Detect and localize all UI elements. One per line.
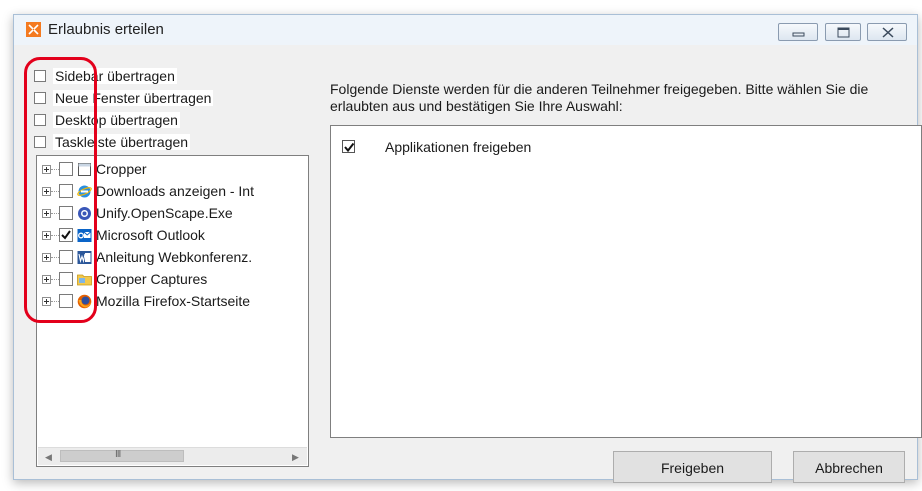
checkmark-icon: [344, 142, 355, 153]
close-button[interactable]: [867, 23, 907, 41]
tree-item[interactable]: Cropper Captures: [37, 269, 307, 291]
expand-icon[interactable]: [42, 275, 51, 284]
horizontal-scrollbar[interactable]: ◀ III ▶: [38, 447, 307, 465]
option-label: Desktop übertragen: [53, 112, 180, 128]
minimize-icon: [792, 32, 805, 37]
service-label: Applikationen freigeben: [385, 139, 532, 155]
expand-icon[interactable]: [42, 165, 51, 174]
tree-item-label: Unify.OpenScape.Exe: [96, 205, 233, 221]
outlook-icon: [77, 229, 92, 242]
tree-item[interactable]: Anleitung Webkonferenz.: [37, 247, 307, 269]
checkbox-checked[interactable]: [59, 228, 73, 242]
scrollbar-thumb[interactable]: III: [60, 449, 184, 462]
title-bar[interactable]: Erlaubnis erteilen: [14, 15, 917, 45]
expand-icon[interactable]: [42, 297, 51, 306]
close-icon: [882, 27, 894, 38]
expand-icon[interactable]: [42, 187, 51, 196]
word-icon: [77, 251, 92, 264]
tree-item[interactable]: Microsoft Outlook: [37, 225, 307, 247]
checkbox[interactable]: [59, 184, 73, 198]
tree-item-label: Mozilla Firefox-Startseite: [96, 293, 251, 309]
tree-item[interactable]: Unify.OpenScape.Exe: [37, 203, 307, 225]
checkbox[interactable]: [59, 250, 73, 264]
folder-icon: [77, 274, 92, 286]
services-list[interactable]: Applikationen freigeben: [330, 125, 922, 438]
application-tree[interactable]: Cropper Downloads anzeigen - Int Unify.O…: [36, 155, 309, 467]
checkbox[interactable]: [34, 70, 46, 82]
firefox-icon: [77, 294, 92, 309]
window-title: Erlaubnis erteilen: [48, 21, 164, 38]
cropper-window-icon: [78, 163, 91, 176]
option-label: Sidebar übertragen: [53, 68, 177, 84]
dialog-window: Erlaubnis erteilen Sidebar übertragen Ne…: [13, 14, 922, 483]
unify-openscape-icon: [78, 207, 91, 220]
maximize-icon: [837, 27, 850, 38]
maximize-button[interactable]: [825, 23, 861, 41]
expand-icon[interactable]: [42, 253, 51, 262]
expand-icon[interactable]: [42, 209, 51, 218]
checkbox[interactable]: [59, 206, 73, 220]
checkbox[interactable]: [59, 272, 73, 286]
tree-item[interactable]: Cropper: [37, 159, 307, 181]
scroll-right-icon[interactable]: ▶: [292, 452, 299, 463]
checkbox[interactable]: [34, 114, 46, 126]
checkbox[interactable]: [59, 294, 73, 308]
tree-item-label: Downloads anzeigen - Int: [96, 183, 254, 199]
checkbox[interactable]: [34, 136, 46, 148]
checkbox[interactable]: [59, 162, 73, 176]
tree-item-label: Microsoft Outlook: [96, 227, 205, 243]
services-description: Folgende Dienste werden für die anderen …: [330, 81, 869, 114]
checkbox-checked[interactable]: [342, 140, 355, 153]
tree-item-label: Anleitung Webkonferenz.: [96, 249, 253, 265]
tree-item-label: Cropper Captures: [96, 271, 208, 287]
scroll-left-icon[interactable]: ◀: [45, 452, 52, 463]
cancel-button[interactable]: Abbrechen: [793, 451, 905, 483]
minimize-button[interactable]: [778, 23, 818, 41]
cropper-app-icon: [26, 22, 41, 37]
expand-icon[interactable]: [42, 231, 51, 240]
internet-explorer-icon: [77, 185, 92, 198]
tree-item[interactable]: Mozilla Firefox-Startseite: [37, 291, 307, 313]
scrollbar-grip: III: [115, 449, 121, 460]
share-button[interactable]: Freigeben: [613, 451, 772, 483]
option-label: Neue Fenster übertragen: [53, 90, 214, 106]
tree-item-label: Cropper: [96, 161, 147, 177]
checkbox[interactable]: [34, 92, 46, 104]
checkmark-icon: [61, 230, 71, 240]
option-label: Taskleiste übertragen: [53, 134, 191, 150]
tree-item[interactable]: Downloads anzeigen - Int: [37, 181, 307, 203]
